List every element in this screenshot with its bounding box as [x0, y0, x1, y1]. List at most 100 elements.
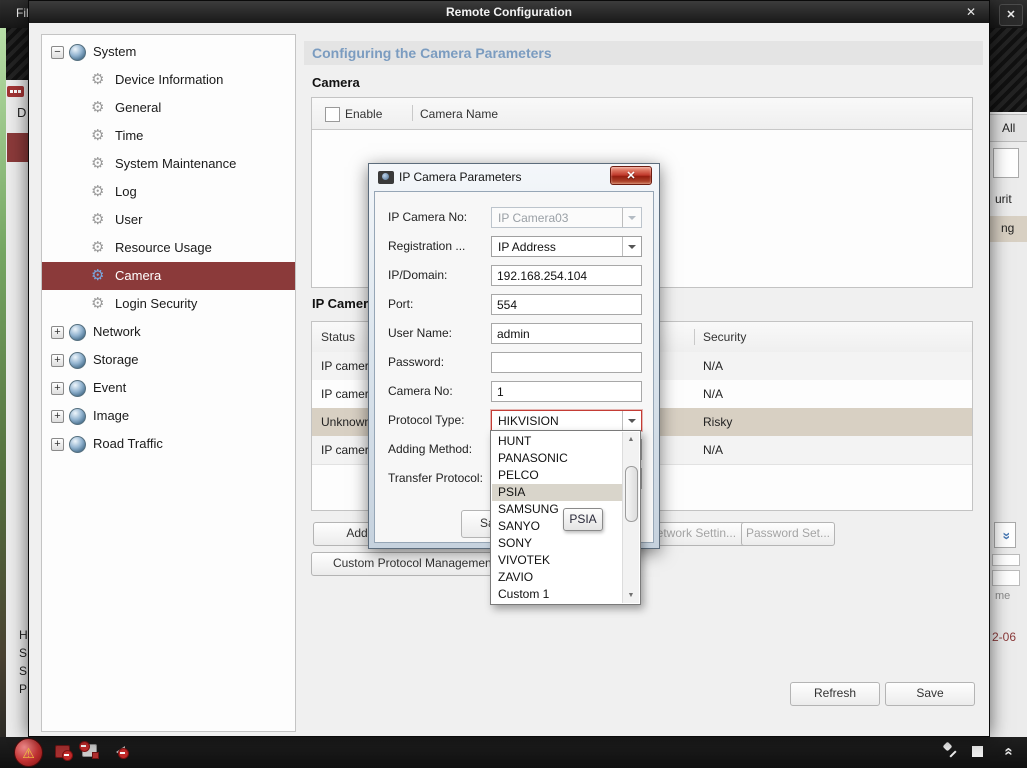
camera-no-input[interactable] — [491, 381, 642, 402]
background-right-panel: All urit ng « me 2-06 — [990, 112, 1027, 737]
collapse-icon[interactable] — [51, 46, 64, 59]
page-title-band: Configuring the Camera Parameters — [304, 41, 983, 65]
dropdown-option-selected[interactable]: PSIA — [492, 484, 623, 501]
close-button[interactable]: ✕ — [610, 166, 652, 185]
sidebar-item-camera[interactable]: Camera — [42, 262, 295, 290]
user-name-input[interactable] — [491, 323, 642, 344]
dialog-title: IP Camera Parameters — [399, 170, 522, 184]
dropdown-option[interactable]: PANASONIC — [492, 450, 623, 467]
screen: File ✕ D H S S P All urit ng « me 2-06 ⚠ — [0, 0, 1027, 768]
audio-muted-icon[interactable] — [110, 746, 125, 758]
dropdown-option[interactable]: SONY — [492, 535, 623, 552]
sidebar-item-system[interactable]: System — [42, 38, 295, 66]
registration-mode-select[interactable]: IP Address — [491, 236, 642, 257]
camera-table-header: Enable Camera Name — [312, 98, 972, 130]
sidebar-item-image[interactable]: Image — [42, 402, 295, 430]
chevron-double-down-icon: « — [997, 532, 1013, 540]
category-globe-icon — [69, 408, 86, 425]
dropdown-scrollbar[interactable]: ▲ ▼ — [622, 432, 639, 603]
sidebar-item-device-information[interactable]: Device Information — [42, 66, 295, 94]
ip-domain-input[interactable] — [491, 265, 642, 286]
ip-camera-section-label: IP Camera — [312, 296, 375, 311]
sidebar-item-event[interactable]: Event — [42, 374, 295, 402]
sidebar-item-storage[interactable]: Storage — [42, 346, 295, 374]
sidebar-item-log[interactable]: Log — [42, 178, 295, 206]
text-fragment: S — [19, 664, 27, 678]
sidebar-item-system-maintenance[interactable]: System Maintenance — [42, 150, 295, 178]
save-button[interactable]: Save — [885, 682, 975, 706]
gear-icon — [91, 182, 104, 200]
expand-icon[interactable] — [51, 326, 64, 339]
custom-protocol-management-button[interactable]: Custom Protocol Management — [311, 552, 517, 576]
device-name-fragment: D — [17, 105, 26, 120]
field-label: Camera No: — [388, 384, 453, 398]
dropdown-option[interactable]: Custom 1 — [492, 586, 623, 603]
gear-icon — [91, 98, 104, 116]
capture-disabled-icon[interactable] — [82, 744, 97, 757]
device-icon — [7, 86, 24, 97]
dropdown-option[interactable]: SANYO — [492, 518, 623, 535]
field-label: User Name: — [388, 326, 452, 340]
expand-icon[interactable] — [51, 438, 64, 451]
camera-icon — [378, 171, 394, 184]
password-input[interactable] — [491, 352, 642, 373]
gear-icon — [91, 210, 104, 228]
field-label: IP Camera No: — [388, 210, 467, 224]
dropdown-option[interactable]: ZAVIO — [492, 569, 623, 586]
collapse-bar-icon[interactable]: « — [1000, 743, 1018, 761]
sidebar-item-network[interactable]: Network — [42, 318, 295, 346]
input-fragment[interactable] — [992, 570, 1020, 586]
app-close-button[interactable]: ✕ — [999, 4, 1023, 26]
selected-row-fragment: ng — [990, 216, 1027, 242]
expand-icon[interactable] — [51, 410, 64, 423]
expand-icon[interactable] — [51, 382, 64, 395]
camera-name-column-header: Camera Name — [420, 107, 498, 121]
device-offline-icon[interactable] — [55, 745, 70, 758]
password-settings-button[interactable]: Password Set... — [741, 522, 835, 546]
scroll-down-icon[interactable]: ▼ — [623, 589, 639, 602]
expand-panel-button[interactable]: « — [994, 522, 1016, 548]
sidebar-item-time[interactable]: Time — [42, 122, 295, 150]
refresh-all-button-fragment[interactable]: All — [990, 114, 1027, 142]
dropdown-option[interactable]: HUNT — [492, 433, 623, 450]
sidebar-item-login-security[interactable]: Login Security — [42, 290, 295, 318]
camera-section-label: Camera — [312, 75, 360, 90]
dropdown-option[interactable]: PELCO — [492, 467, 623, 484]
pin-icon[interactable] — [944, 743, 962, 761]
gear-icon — [91, 238, 104, 256]
sidebar-item-road-traffic[interactable]: Road Traffic — [42, 430, 295, 458]
scroll-up-icon[interactable]: ▲ — [623, 433, 639, 446]
input-fragment[interactable] — [992, 554, 1020, 566]
category-globe-icon — [69, 436, 86, 453]
ip-camera-no-select[interactable]: IP Camera03 — [491, 207, 642, 228]
sidebar-item-resource-usage[interactable]: Resource Usage — [42, 234, 295, 262]
refresh-button[interactable]: Refresh — [790, 682, 880, 706]
restore-window-icon[interactable] — [972, 746, 983, 757]
status-column-header: Status — [321, 330, 355, 344]
alarm-warning-icon[interactable]: ⚠ — [14, 738, 43, 767]
enable-all-checkbox[interactable] — [325, 107, 340, 122]
sidebar-item-user[interactable]: User — [42, 206, 295, 234]
field-label: Transfer Protocol: — [388, 471, 483, 485]
window-title: Remote Configuration — [29, 1, 989, 23]
enable-column-header: Enable — [345, 107, 382, 121]
text-fragment: S — [19, 646, 27, 660]
category-globe-icon — [69, 352, 86, 369]
dropdown-option[interactable]: SAMSUNG — [492, 501, 623, 518]
app-texture-right — [990, 28, 1027, 112]
protocol-type-select[interactable]: HIKVISION — [491, 410, 642, 431]
field-label: Protocol Type: — [388, 413, 465, 427]
text-fragment: P — [19, 682, 27, 696]
expand-icon[interactable] — [51, 354, 64, 367]
port-input[interactable] — [491, 294, 642, 315]
sidebar-item-general[interactable]: General — [42, 94, 295, 122]
scrollbar-thumb[interactable] — [625, 466, 638, 522]
close-icon[interactable]: ✕ — [963, 4, 979, 20]
app-texture-left — [6, 28, 28, 80]
dropdown-option[interactable]: VIVOTEK — [492, 552, 623, 569]
chevron-down-icon — [622, 411, 641, 430]
input-fragment[interactable] — [993, 148, 1019, 178]
page-title: Configuring the Camera Parameters — [312, 41, 552, 65]
selected-device-fragment — [7, 133, 28, 162]
field-label: Port: — [388, 297, 413, 311]
